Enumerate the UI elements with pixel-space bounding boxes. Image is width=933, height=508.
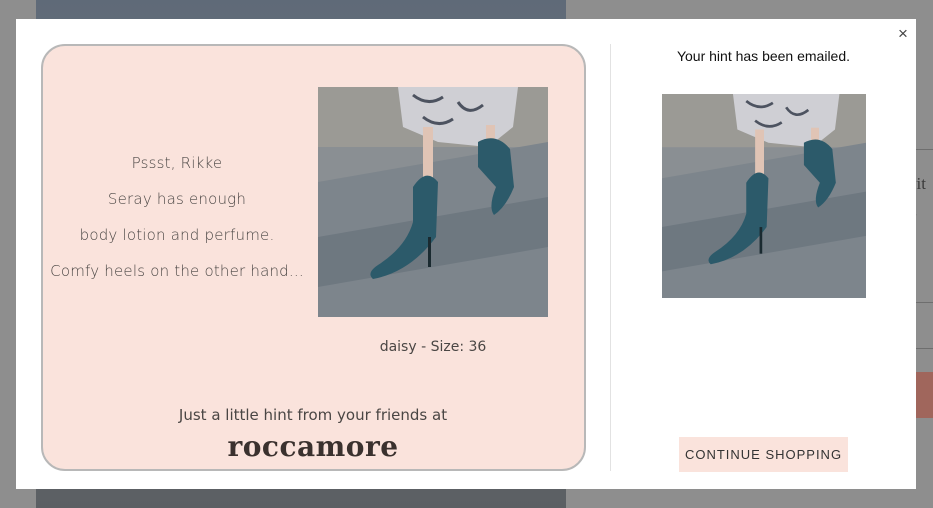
background-add-to-cart-button: [915, 372, 933, 418]
hint-message-line: Comfy heels on the other hand...: [50, 262, 304, 280]
hint-sent-modal: × Pssst, Rikke Seray has enough body lot…: [16, 19, 916, 489]
hint-message-line: Seray has enough: [107, 190, 247, 208]
background-divider: [915, 348, 933, 349]
continue-shopping-button[interactable]: CONTINUE SHOPPING: [679, 437, 848, 472]
hint-message-line: body lotion and perfume.: [79, 226, 275, 244]
modal-divider: [610, 44, 611, 471]
friends-signoff: Just a little hint from your friends at: [178, 406, 448, 424]
product-caption: daisy - Size: 36: [379, 339, 487, 355]
product-thumbnail: [662, 94, 866, 298]
background-divider: [915, 149, 933, 150]
hint-greeting: Pssst, Rikke: [131, 154, 223, 172]
background-divider: [915, 302, 933, 303]
hint-email-preview-card: Pssst, Rikke Seray has enough body lotio…: [41, 44, 586, 471]
confirmation-message: Your hint has been emailed.: [676, 48, 851, 64]
product-photo: [318, 87, 548, 317]
brand-logo: roccamore: [227, 430, 399, 463]
hint-message: Pssst, Rikke Seray has enough body lotio…: [49, 154, 305, 298]
close-icon[interactable]: ×: [894, 25, 912, 43]
